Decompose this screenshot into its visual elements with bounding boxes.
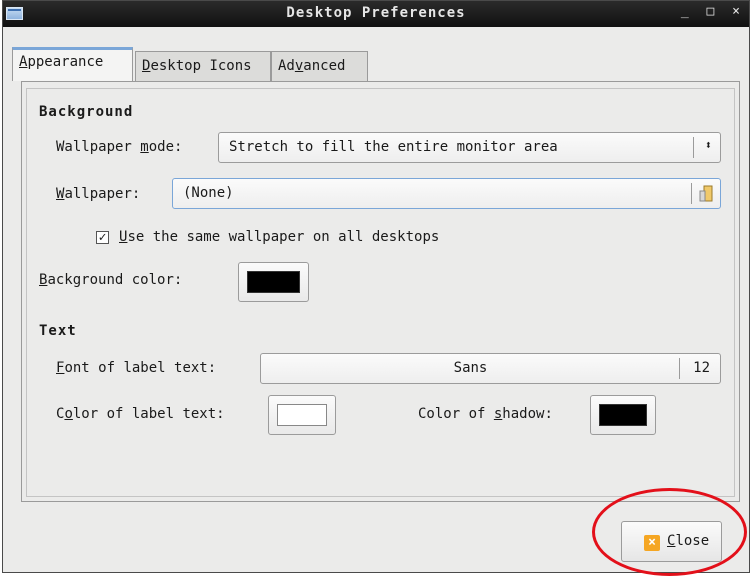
window-controls: _ □ × bbox=[681, 4, 745, 19]
wallpaper-mode-value: Stretch to fill the entire monitor area bbox=[229, 139, 558, 155]
font-separator bbox=[679, 358, 680, 379]
close-window-icon[interactable]: × bbox=[732, 4, 745, 19]
window-title: Desktop Preferences bbox=[286, 5, 466, 21]
close-button-label: Close bbox=[667, 533, 710, 549]
shadow-color-swatch bbox=[599, 404, 647, 426]
text-heading: Text bbox=[39, 323, 77, 339]
background-color-label: Background color: bbox=[39, 272, 183, 288]
background-heading: Background bbox=[39, 104, 134, 120]
wallpaper-label: Wallpaper: bbox=[56, 186, 141, 202]
font-button[interactable]: Sans 12 bbox=[260, 353, 721, 384]
background-color-button[interactable] bbox=[238, 262, 309, 302]
label-color-button[interactable] bbox=[268, 395, 336, 435]
wallpaper-file-chooser[interactable]: (None) bbox=[172, 178, 721, 209]
font-size: 12 bbox=[693, 360, 710, 376]
wallpaper-mode-label: Wallpaper mode: bbox=[56, 139, 183, 155]
tab-advanced[interactable]: Advanced bbox=[271, 51, 368, 82]
same-wallpaper-checkbox[interactable]: ✓ bbox=[96, 231, 109, 244]
wallpaper-mode-select[interactable]: Stretch to fill the entire monitor area … bbox=[218, 132, 721, 163]
minimize-icon[interactable]: _ bbox=[681, 4, 694, 19]
title-bar[interactable]: Desktop Preferences _ □ × bbox=[3, 1, 749, 27]
shadow-color-label: Color of shadow: bbox=[418, 406, 553, 422]
shadow-color-button[interactable] bbox=[590, 395, 656, 435]
updown-arrow-icon: ⬍ bbox=[704, 138, 712, 152]
background-color-swatch bbox=[247, 271, 300, 293]
file-separator bbox=[691, 183, 692, 204]
file-browse-icon bbox=[699, 185, 713, 202]
tab-appearance[interactable]: Appearance bbox=[12, 47, 133, 81]
desktop-preferences-window: Desktop Preferences _ □ × Appearance Des… bbox=[2, 0, 750, 573]
font-name: Sans bbox=[453, 360, 488, 376]
label-color-swatch bbox=[277, 404, 327, 426]
label-color-label: Color of label text: bbox=[56, 406, 225, 422]
same-wallpaper-label: Use the same wallpaper on all desktops bbox=[119, 229, 440, 245]
appearance-panel: Background Wallpaper mode: Stretch to fi… bbox=[21, 81, 740, 502]
tab-desktop-icons[interactable]: Desktop Icons bbox=[135, 51, 271, 82]
wallpaper-value: (None) bbox=[183, 185, 234, 201]
maximize-icon[interactable]: □ bbox=[707, 4, 720, 19]
close-icon: × bbox=[644, 535, 660, 551]
combo-separator bbox=[693, 137, 694, 158]
close-button[interactable]: × Close bbox=[621, 521, 722, 562]
font-label: Font of label text: bbox=[56, 360, 217, 376]
